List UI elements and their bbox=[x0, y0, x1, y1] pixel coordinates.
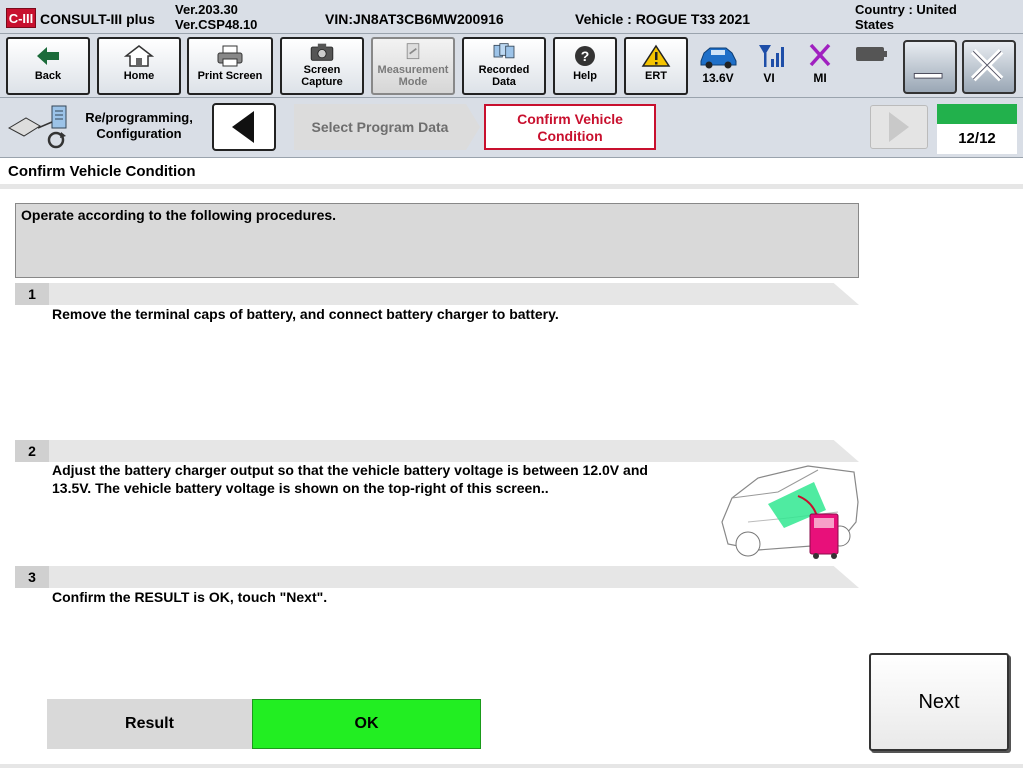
next-button[interactable]: Next bbox=[869, 653, 1009, 751]
step-2-header: 2 bbox=[15, 440, 859, 462]
step-3-text: Confirm the RESULT is OK, touch "Next". bbox=[52, 589, 328, 605]
nav-category-line-2: Configuration bbox=[96, 126, 182, 141]
version-info: Ver.203.30 Ver.CSP48.10 bbox=[175, 2, 257, 32]
title-divider bbox=[0, 184, 1023, 189]
measurement-mode-label-1: Measurement bbox=[377, 64, 449, 76]
title-bar: C-III CONSULT-III plus Ver.203.30 Ver.CS… bbox=[0, 0, 1023, 34]
vehicle-icon bbox=[700, 47, 737, 69]
vi-signal-icon bbox=[759, 45, 784, 67]
country-info: Country : United States bbox=[855, 2, 957, 32]
step-active-line-2: Condition bbox=[537, 128, 603, 144]
step-3-number: 3 bbox=[15, 566, 49, 588]
measurement-icon bbox=[406, 43, 420, 60]
step-1-header: 1 bbox=[15, 283, 859, 305]
battery-voltage-value: 13.6V bbox=[702, 71, 734, 85]
nav-category-line-1: Re/programming, bbox=[85, 110, 193, 125]
nav-back-button[interactable] bbox=[212, 103, 276, 151]
back-button[interactable]: Back bbox=[6, 37, 90, 95]
minimize-button[interactable] bbox=[903, 40, 957, 94]
battery-voltage-status: 13.6V bbox=[692, 38, 744, 92]
nav-forward-button[interactable] bbox=[870, 105, 928, 149]
step-3-header: 3 bbox=[15, 566, 859, 588]
version-line-1: Ver.203.30 bbox=[175, 2, 238, 17]
step-2-text: Adjust the battery charger output so tha… bbox=[52, 461, 648, 497]
back-triangle-icon bbox=[232, 111, 254, 143]
step-2-text-line-2: 13.5V. The vehicle battery voltage is sh… bbox=[52, 480, 549, 496]
step-2-number: 2 bbox=[15, 440, 49, 462]
help-icon: ? bbox=[575, 46, 595, 66]
mi-status: MI bbox=[794, 38, 846, 92]
step-2-text-line-1: Adjust the battery charger output so tha… bbox=[52, 462, 648, 478]
print-screen-label: Print Screen bbox=[197, 70, 263, 82]
recorded-data-label-2: Data bbox=[492, 76, 516, 88]
print-screen-button[interactable]: Print Screen bbox=[187, 37, 273, 95]
warning-icon bbox=[641, 44, 671, 67]
instruction-box: Operate according to the following proce… bbox=[15, 203, 859, 278]
battery-status bbox=[845, 38, 897, 92]
home-button[interactable]: Home bbox=[97, 37, 181, 95]
minimize-icon bbox=[913, 73, 943, 79]
help-label: Help bbox=[573, 70, 597, 82]
vehicle-text: Vehicle : ROGUE T33 2021 bbox=[575, 11, 751, 27]
step-active-line-1: Confirm Vehicle bbox=[517, 111, 623, 127]
toolbar: Back Home Print Screen Screen Capture Me… bbox=[0, 34, 1023, 98]
navigation-bar: Re/programming, Configuration Select Pro… bbox=[0, 98, 1023, 158]
screen-capture-button[interactable]: Screen Capture bbox=[280, 37, 364, 95]
app-name: CONSULT-III plus bbox=[40, 11, 155, 27]
ert-label: ERT bbox=[645, 70, 667, 82]
step-1-number: 1 bbox=[15, 283, 49, 305]
recorded-data-icon bbox=[493, 43, 515, 59]
step-separator-icon bbox=[466, 104, 480, 150]
forward-triangle-icon bbox=[889, 112, 909, 142]
screen-capture-label-2: Capture bbox=[301, 76, 343, 88]
battery-icon bbox=[856, 47, 887, 61]
back-label: Back bbox=[34, 70, 62, 82]
mi-label: MI bbox=[813, 71, 827, 85]
measurement-mode-label-2: Mode bbox=[398, 76, 428, 88]
home-label: Home bbox=[123, 70, 155, 82]
version-line-2: Ver.CSP48.10 bbox=[175, 17, 258, 32]
consult-logo: C-III bbox=[6, 8, 36, 28]
printer-icon bbox=[217, 45, 243, 67]
back-arrow-icon bbox=[37, 47, 59, 65]
progress-bar bbox=[937, 104, 1017, 124]
ert-button[interactable]: ERT bbox=[624, 37, 688, 95]
close-button[interactable] bbox=[962, 40, 1016, 94]
vi-status: VI bbox=[743, 38, 795, 92]
camera-icon bbox=[310, 43, 334, 61]
svg-text:?: ? bbox=[581, 48, 590, 64]
country-line-1: Country : United bbox=[855, 2, 957, 17]
recorded-data-button[interactable]: Recorded Data bbox=[462, 37, 546, 95]
step-confirm-vehicle-condition: Confirm Vehicle Condition bbox=[484, 104, 656, 150]
close-icon bbox=[970, 48, 1004, 82]
help-button[interactable]: ? Help bbox=[553, 37, 617, 95]
nav-category: Re/programming, Configuration bbox=[80, 110, 198, 142]
step-1-text: Remove the terminal caps of battery, and… bbox=[52, 306, 559, 322]
screen-capture-label-1: Screen bbox=[303, 64, 341, 76]
mi-disconnected-icon bbox=[809, 43, 831, 67]
home-icon bbox=[124, 45, 154, 67]
recorded-data-label-1: Recorded bbox=[478, 64, 530, 76]
step-select-program-data: Select Program Data bbox=[294, 104, 466, 150]
bottom-divider bbox=[0, 764, 1023, 768]
page-title: Confirm Vehicle Condition bbox=[8, 163, 196, 180]
progress-counter: 12/12 bbox=[937, 124, 1017, 154]
result-label: Result bbox=[47, 699, 252, 749]
reprogramming-icon bbox=[7, 105, 67, 149]
country-line-2: States bbox=[855, 17, 895, 32]
measurement-mode-button[interactable]: Measurement Mode bbox=[371, 37, 455, 95]
vin-text: VIN:JN8AT3CB6MW200916 bbox=[325, 11, 504, 27]
battery-charger-illustration bbox=[721, 465, 859, 559]
result-value: OK bbox=[252, 699, 481, 749]
vi-label: VI bbox=[763, 71, 775, 85]
